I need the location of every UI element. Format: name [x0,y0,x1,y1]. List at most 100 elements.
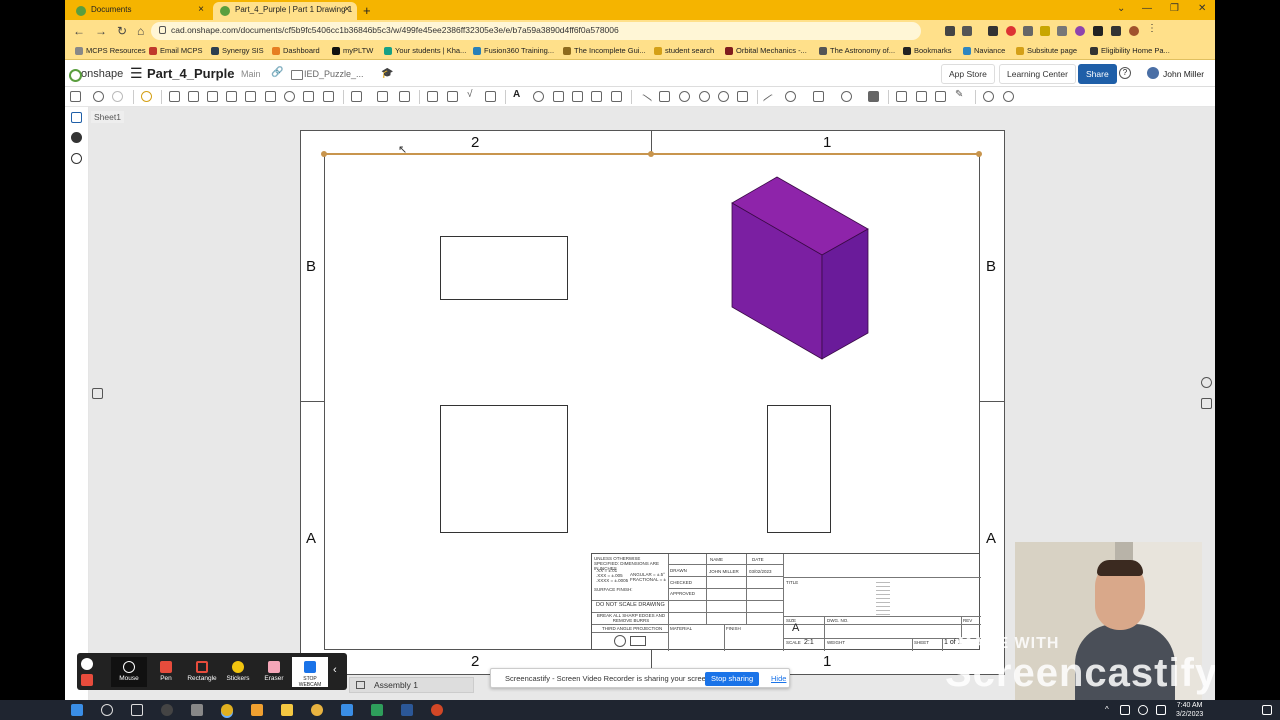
hamburger-menu-icon[interactable]: ☰ [130,65,143,82]
inspection-table-icon[interactable] [611,91,622,102]
selection-handle[interactable] [648,151,654,157]
baseline-icon[interactable] [399,91,410,102]
link-icon[interactable]: 🔗 [271,67,283,78]
insert-view-icon[interactable] [169,91,180,102]
stickers-tool[interactable]: Stickers [220,657,256,687]
bookmark[interactable]: MCPS Resources [75,46,146,55]
word-icon[interactable] [401,704,413,716]
broken-view-icon[interactable] [284,91,295,102]
front-view[interactable] [440,405,568,533]
circle-icon[interactable] [785,91,796,102]
dimension-icon[interactable] [351,91,362,102]
menu-icon[interactable]: ⋮ [1147,23,1157,34]
folder-breadcrumb[interactable]: IED_Puzzle_... [291,69,364,80]
section-view-icon[interactable] [226,91,237,102]
tab-documents[interactable]: Documents × [69,2,211,20]
bookmark[interactable]: Eligibility Home Pa... [1090,46,1170,55]
bookmark[interactable]: myPLTW [332,46,373,55]
datum-icon[interactable] [485,91,496,102]
hatch-icon[interactable] [737,91,748,102]
list-icon[interactable] [70,91,81,102]
profile-avatar[interactable] [1129,26,1139,36]
callout-icon[interactable] [447,91,458,102]
settings-icon[interactable] [141,91,152,102]
user-name[interactable]: John Miller [1163,69,1204,79]
extension-icon[interactable] [1075,26,1085,36]
branch-label[interactable]: Main [241,69,261,79]
image-icon[interactable] [916,91,927,102]
app-icon[interactable] [161,704,173,716]
stop-sharing-button[interactable]: Stop sharing [705,672,760,686]
pause-icon[interactable] [81,658,93,670]
close-tab-icon[interactable]: × [198,4,204,15]
redo-icon[interactable] [112,91,123,102]
detail-view-icon[interactable] [245,91,256,102]
network-icon[interactable] [1120,705,1130,715]
app-icon[interactable] [371,704,383,716]
extension-icon[interactable] [1057,26,1067,36]
eraser-tool[interactable]: Eraser [256,657,292,687]
comment-icon[interactable] [71,132,82,143]
extension-icon[interactable] [945,26,955,36]
onshape-logo[interactable]: onshape [69,68,123,82]
collapse-icon[interactable]: ⌄ [1117,3,1125,14]
help-icon[interactable]: ? [1119,67,1131,79]
ordinate-icon[interactable] [377,91,388,102]
bookmark[interactable]: Orbital Mechanics -... [725,46,807,55]
tab-drawing[interactable]: Part_4_Purple | Part 1 Drawing 1 × [213,2,357,20]
selection-handle[interactable] [321,151,327,157]
isometric-view[interactable] [725,170,875,365]
right-side-view[interactable] [767,405,831,533]
graduation-cap-icon[interactable]: 🎓 [381,68,393,79]
app-icon[interactable] [341,704,353,716]
bookmark[interactable]: Email MCPS [149,46,203,55]
expand-panel-icon[interactable] [92,388,103,399]
spline-icon[interactable] [841,91,852,102]
zoom-to-fit-icon[interactable] [983,91,994,102]
pen-tool[interactable]: Pen [148,657,184,687]
bom-icon[interactable] [572,91,583,102]
tray-chevron-icon[interactable]: ^ [1105,705,1109,714]
centerline-icon[interactable] [659,91,670,102]
break-out-icon[interactable] [303,91,314,102]
bookmark[interactable]: student search [654,46,714,55]
hole-table-icon[interactable] [533,91,544,102]
puzzle-icon[interactable] [1093,26,1103,36]
centermark-icon[interactable] [718,91,729,102]
bookmark[interactable]: Your students | Kha... [384,46,466,55]
revision-table-icon[interactable] [591,91,602,102]
stop-icon[interactable] [81,674,93,686]
bookmark[interactable]: Dashboard [272,46,320,55]
rectangle-icon[interactable] [813,91,824,102]
bookmark[interactable]: The Incomplete Gui... [563,46,646,55]
pencil-icon[interactable]: ✎ [955,89,966,100]
selection-handle[interactable] [976,151,982,157]
extension-icon[interactable] [988,26,998,36]
app-store-button[interactable]: App Store [941,64,995,84]
top-view[interactable] [440,236,568,300]
bolt-circle-icon[interactable] [699,91,710,102]
collapse-toolbar-icon[interactable]: ‹ [333,664,337,676]
share-button[interactable]: Share [1078,64,1117,84]
bookmark[interactable]: Synergy SIS [211,46,264,55]
crop-view-icon[interactable] [265,91,276,102]
volume-icon[interactable] [1138,705,1148,715]
export-icon[interactable] [896,91,907,102]
close-window-icon[interactable]: ✕ [1198,3,1206,14]
table-icon[interactable] [553,91,564,102]
wrench-icon[interactable] [1201,398,1212,409]
file-explorer-icon[interactable] [281,704,293,716]
filter-icon[interactable] [71,112,82,123]
sheet-tab[interactable]: Sheet1 [91,111,124,123]
battery-icon[interactable] [1156,705,1166,715]
learning-center-button[interactable]: Learning Center [999,64,1076,84]
projected-view-icon[interactable] [188,91,199,102]
history-icon[interactable] [71,153,82,164]
minimize-icon[interactable]: — [1142,3,1152,14]
bookmark[interactable]: Subsitute page [1016,46,1077,55]
app-icon[interactable] [191,704,203,716]
chrome-icon[interactable] [221,704,233,716]
fill-icon[interactable] [868,91,879,102]
assembly-tab[interactable]: Assembly 1 [349,677,474,693]
bookmark[interactable]: Bookmarks [903,46,952,55]
